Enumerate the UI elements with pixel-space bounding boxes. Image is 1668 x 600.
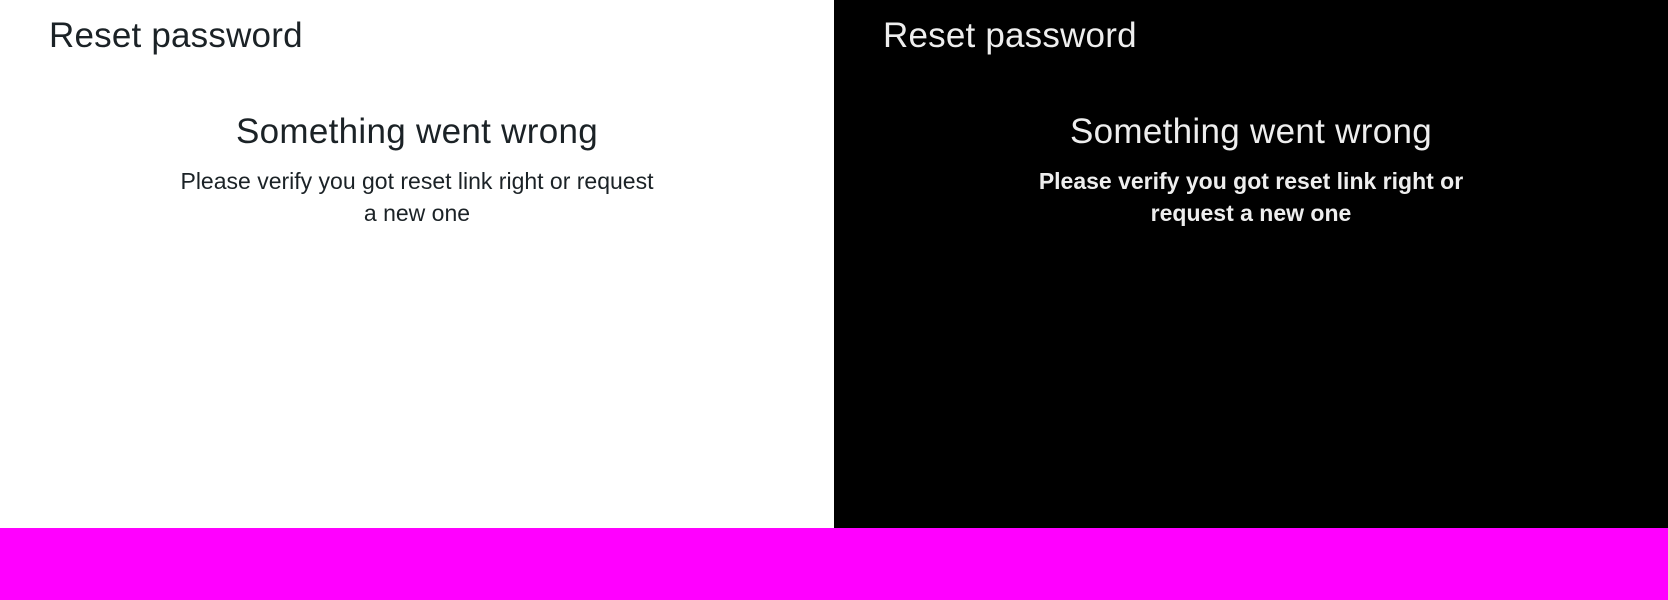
page-title: Reset password xyxy=(883,16,1137,55)
page-title: Reset password xyxy=(49,16,303,55)
error-heading: Something went wrong xyxy=(1069,112,1433,151)
error-state: Something went wrong Please verify you g… xyxy=(0,108,834,229)
screenshot-stage: Reset password Something went wrong Plea… xyxy=(0,0,1668,600)
error-message: Please verify you got reset link right o… xyxy=(1038,168,1464,226)
error-message: Please verify you got reset link right o… xyxy=(180,168,654,226)
dark-theme-panel: Reset password Something went wrong Plea… xyxy=(834,0,1668,528)
error-heading: Something went wrong xyxy=(235,112,599,151)
magenta-footer-band xyxy=(0,528,1668,600)
light-theme-panel: Reset password Something went wrong Plea… xyxy=(0,0,834,528)
error-state: Something went wrong Please verify you g… xyxy=(834,108,1668,229)
